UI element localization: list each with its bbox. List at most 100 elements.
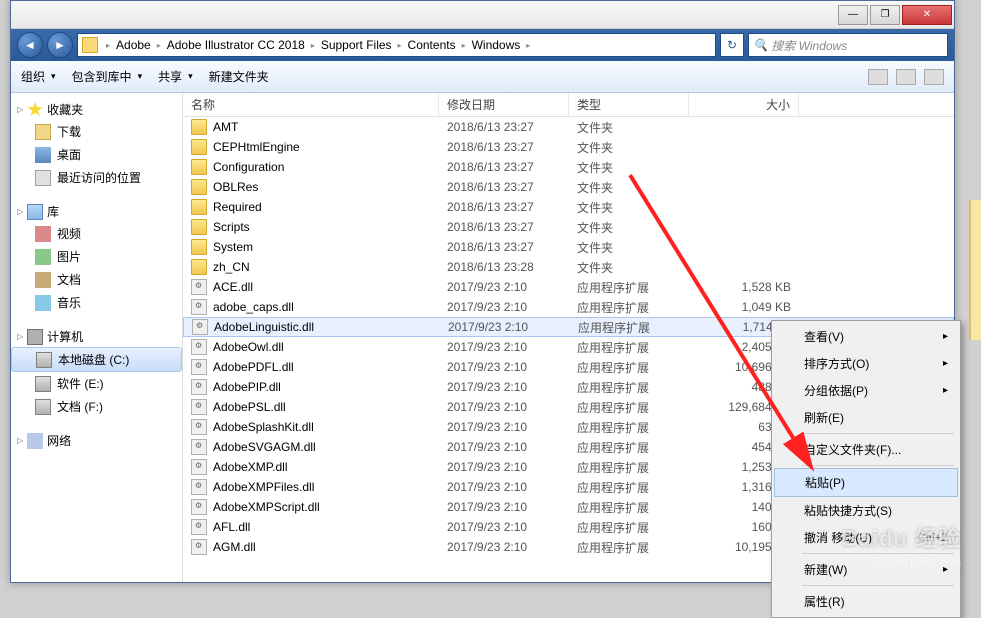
sidebar-item-pictures[interactable]: 图片 [11,245,182,268]
menu-refresh[interactable]: 刷新(E) [774,404,958,431]
share-menu[interactable]: 共享 [158,68,193,85]
search-input[interactable]: 🔍 搜索 Windows [748,33,948,57]
breadcrumb[interactable]: ▸ Adobe ▸ Adobe Illustrator CC 2018 ▸ Su… [77,33,716,57]
file-type: 文件夹 [569,159,689,176]
file-type: 应用程序扩展 [569,479,689,496]
refresh-button[interactable]: ↻ [720,33,744,57]
sidebar-item-videos[interactable]: 视频 [11,222,182,245]
column-size[interactable]: 大小 [689,93,799,116]
dll-icon [191,359,207,375]
dll-icon [191,519,207,535]
menu-properties[interactable]: 属性(R) [774,588,958,615]
sidebar-item-drive-f[interactable]: 文档 (F:) [11,395,182,418]
file-row[interactable]: CEPHtmlEngine2018/6/13 23:27文件夹 [183,137,954,157]
file-date: 2017/9/23 2:10 [439,500,569,514]
music-icon [35,295,51,311]
forward-button[interactable]: ► [47,32,73,58]
back-button[interactable]: ◄ [17,32,43,58]
sidebar-item-recent[interactable]: 最近访问的位置 [11,166,182,189]
file-name: AdobePIP.dll [213,380,281,394]
file-row[interactable]: zh_CN2018/6/13 23:28文件夹 [183,257,954,277]
breadcrumb-item[interactable]: Windows [470,38,523,52]
file-size: 1,528 KB [689,280,799,294]
file-date: 2017/9/23 2:10 [440,320,570,334]
context-menu: 查看(V) 排序方式(O) 分组依据(P) 刷新(E) 自定义文件夹(F)...… [771,320,961,618]
address-bar: ◄ ► ▸ Adobe ▸ Adobe Illustrator CC 2018 … [11,29,954,61]
include-library-menu[interactable]: 包含到库中 [72,68,143,85]
star-icon [27,102,43,118]
sidebar-item-desktop[interactable]: 桌面 [11,143,182,166]
file-date: 2017/9/23 2:10 [439,480,569,494]
file-type: 文件夹 [569,119,689,136]
file-row[interactable]: AMT2018/6/13 23:27文件夹 [183,117,954,137]
file-row[interactable]: Configuration2018/6/13 23:27文件夹 [183,157,954,177]
favorites-header[interactable]: ▷收藏夹 [11,99,182,120]
search-icon: 🔍 [753,38,768,52]
file-type: 应用程序扩展 [569,439,689,456]
menu-view[interactable]: 查看(V) [774,323,958,350]
breadcrumb-item[interactable]: Adobe Illustrator CC 2018 [165,38,307,52]
computer-header[interactable]: ▷计算机 [11,326,182,347]
dll-icon [191,299,207,315]
menu-group[interactable]: 分组依据(P) [774,377,958,404]
column-headers: 名称 修改日期 类型 大小 [183,93,954,117]
minimize-button[interactable]: — [838,5,868,25]
breadcrumb-item[interactable]: Adobe [114,38,153,52]
maximize-button[interactable]: ❐ [870,5,900,25]
menu-paste-shortcut[interactable]: 粘贴快捷方式(S) [774,497,958,524]
dll-icon [191,459,207,475]
network-header[interactable]: ▷网络 [11,430,182,451]
file-name: AdobeXMPFiles.dll [213,480,314,494]
organize-menu[interactable]: 组织 [21,68,56,85]
file-type: 应用程序扩展 [569,279,689,296]
menu-sort[interactable]: 排序方式(O) [774,350,958,377]
new-folder-button[interactable]: 新建文件夹 [209,68,269,85]
navigation-sidebar: ▷收藏夹 下载 桌面 最近访问的位置 ▷库 视频 图片 文档 音乐 ▷计算机 本… [11,93,183,582]
column-type[interactable]: 类型 [569,93,689,116]
file-type: 文件夹 [569,259,689,276]
file-name: AdobeSplashKit.dll [213,420,314,434]
file-name: CEPHtmlEngine [213,140,300,154]
file-date: 2017/9/23 2:10 [439,420,569,434]
file-row[interactable]: Required2018/6/13 23:27文件夹 [183,197,954,217]
file-date: 2017/9/23 2:10 [439,520,569,534]
sidebar-item-documents[interactable]: 文档 [11,268,182,291]
view-options-icon[interactable] [868,69,888,85]
menu-customize[interactable]: 自定义文件夹(F)... [774,436,958,463]
menu-paste[interactable]: 粘贴(P) [774,468,958,497]
sidebar-item-downloads[interactable]: 下载 [11,120,182,143]
disk-icon [35,376,51,392]
sidebar-item-drive-e[interactable]: 软件 (E:) [11,372,182,395]
column-date[interactable]: 修改日期 [439,93,569,116]
preview-pane-icon[interactable] [896,69,916,85]
libraries-header[interactable]: ▷库 [11,201,182,222]
file-name: AdobePDFL.dll [213,360,294,374]
file-type: 应用程序扩展 [569,539,689,556]
sidebar-item-drive-c[interactable]: 本地磁盘 (C:) [11,347,182,372]
close-button[interactable]: ✕ [902,5,952,25]
file-row[interactable]: Scripts2018/6/13 23:27文件夹 [183,217,954,237]
downloads-icon [35,124,51,140]
help-icon[interactable] [924,69,944,85]
recent-icon [35,170,51,186]
file-name: AMT [213,120,238,134]
menu-new[interactable]: 新建(W) [774,556,958,583]
folder-icon [191,199,207,215]
breadcrumb-item[interactable]: Support Files [319,38,394,52]
dll-icon [191,439,207,455]
file-row[interactable]: System2018/6/13 23:27文件夹 [183,237,954,257]
file-type: 文件夹 [569,179,689,196]
menu-undo[interactable]: 撤消 移动(U)Ctrl+Z [774,524,958,551]
file-row[interactable]: OBLRes2018/6/13 23:27文件夹 [183,177,954,197]
file-row[interactable]: adobe_caps.dll2017/9/23 2:10应用程序扩展1,049 … [183,297,954,317]
file-date: 2017/9/23 2:10 [439,300,569,314]
file-row[interactable]: ACE.dll2017/9/23 2:10应用程序扩展1,528 KB [183,277,954,297]
breadcrumb-item[interactable]: Contents [406,38,458,52]
file-date: 2018/6/13 23:28 [439,260,569,274]
column-name[interactable]: 名称 [183,93,439,116]
file-date: 2017/9/23 2:10 [439,460,569,474]
file-size: 1,049 KB [689,300,799,314]
file-date: 2017/9/23 2:10 [439,280,569,294]
disk-icon [35,399,51,415]
sidebar-item-music[interactable]: 音乐 [11,291,182,314]
